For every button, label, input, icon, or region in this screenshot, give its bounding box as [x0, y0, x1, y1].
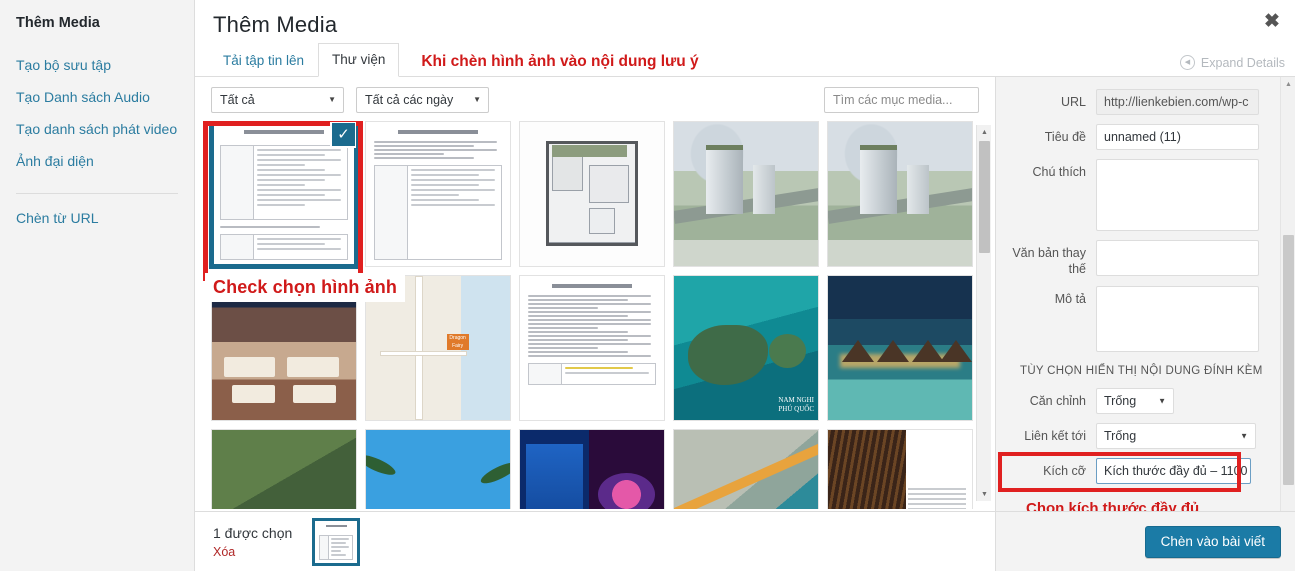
clear-selection-link[interactable]: Xóa — [213, 544, 292, 560]
attachment-building-render-aerial-2[interactable] — [827, 121, 973, 267]
media-router-tabs: Tải tập tin lên Thư viện Khi chèn hình ả… — [195, 43, 1295, 77]
field-size-label: Kích cỡ — [1043, 464, 1086, 478]
attachment-sea-aerial-nam-nghi[interactable]: NAM NGHI PHÚ QUỐC — [673, 275, 819, 421]
attachment-document-report-3[interactable] — [519, 275, 665, 421]
search-input[interactable] — [824, 87, 979, 113]
filter-date-select[interactable]: Tất cả các ngày ▼ — [356, 87, 489, 113]
image-caption-overlay: NAM NGHI PHÚ QUỐC — [778, 396, 814, 413]
chevron-down-icon: ▼ — [328, 95, 336, 104]
media-toolbar: Tất cả ▼ Tất cả các ngày ▼ — [195, 77, 995, 121]
media-menu-sidebar: Thêm Media Tạo bộ sưu tập Tạo Danh sách … — [0, 0, 195, 571]
tab-upload-files[interactable]: Tải tập tin lên — [209, 44, 318, 77]
sidebar-divider — [16, 193, 178, 194]
sidebar-title: Thêm Media — [16, 15, 100, 31]
field-link-to: Liên kết tới Trống ▼ — [1004, 423, 1270, 449]
field-url: URL http://lienkebien.com/wp-c — [1004, 89, 1270, 115]
attachment-details-scroll: URL http://lienkebien.com/wp-c Tiêu đề u… — [996, 77, 1280, 533]
expand-details-button[interactable]: ◀ Expand Details — [1179, 55, 1285, 70]
link-to-select[interactable]: Trống ▼ — [1096, 423, 1256, 449]
attachment-aerial-coast-road[interactable] — [673, 429, 819, 509]
field-description-label: Mô tả — [1054, 292, 1086, 306]
selected-attachment-thumbnail[interactable] — [312, 517, 361, 566]
attachments-grid-wrapper: ✓ Dragon Fairy NAM NGHI PHÚ QUỐC Check c… — [195, 121, 995, 509]
sidebar-item-create-video-playlist[interactable]: Tạo danh sách phát video — [0, 113, 194, 145]
filter-media-type-select[interactable]: Tất cả ▼ — [211, 87, 344, 113]
attachments-browser: Tất cả ▼ Tất cả các ngày ▼ Tìm các mục m… — [195, 77, 995, 533]
field-title-label: Tiêu đề — [1044, 130, 1086, 144]
chevron-down-icon: ▼ — [1158, 396, 1166, 406]
size-select[interactable]: Kích thước đầy đủ – 1100 ▼ — [1096, 458, 1251, 484]
attachment-wine-cellar[interactable] — [827, 429, 973, 509]
chevron-down-icon: ▼ — [1240, 431, 1248, 441]
field-caption-label: Chú thích — [1032, 165, 1086, 179]
field-description: Mô tả — [1004, 286, 1270, 352]
field-size: Kích cỡ Kích thước đầy đủ – 1100 ▼ — [1004, 458, 1270, 484]
attachment-green-hillside[interactable] — [211, 429, 357, 509]
selected-check-icon: ✓ — [330, 122, 356, 148]
expand-details-label: Expand Details — [1200, 55, 1285, 70]
media-modal: Thêm Media Tạo bộ sưu tập Tạo Danh sách … — [0, 0, 1295, 571]
title-field[interactable]: unnamed (11) — [1096, 124, 1259, 150]
alignment-select[interactable]: Trống ▼ — [1096, 388, 1174, 414]
selected-count-label: 1 được chọn — [213, 524, 293, 541]
field-alignment: Căn chỉnh Trống ▼ — [1004, 388, 1270, 414]
field-caption: Chú thích — [1004, 159, 1270, 231]
field-alt-text: Văn bản thay thế — [1004, 240, 1270, 277]
details-scrollbar[interactable]: ▲ ▼ — [1280, 77, 1295, 533]
scroll-up-icon[interactable]: ▲ — [1281, 77, 1295, 91]
media-frame-content: Tất cả ▼ Tất cả các ngày ▼ Tìm các mục m… — [195, 77, 1295, 533]
attachment-floor-plan[interactable] — [519, 121, 665, 267]
annotation-check-image: Check chọn hình ảnh — [205, 273, 405, 302]
map-pin-label: Dragon Fairy — [446, 333, 469, 350]
attachment-building-render-aerial-1[interactable] — [673, 121, 819, 267]
caption-field[interactable] — [1096, 159, 1259, 231]
filter-media-type-value: Tất cả — [220, 93, 255, 107]
filter-date-value: Tất cả các ngày — [365, 93, 454, 107]
description-field[interactable] — [1096, 286, 1259, 352]
chevron-down-icon: ▼ — [1235, 466, 1243, 476]
attachment-city-night-tower[interactable] — [519, 429, 665, 509]
field-link-to-label: Liên kết tới — [1024, 429, 1086, 443]
footer-actions: Chèn vào bài viết — [995, 511, 1295, 571]
link-to-value: Trống — [1104, 429, 1137, 443]
field-alt-text-label: Văn bản thay thế — [1012, 246, 1086, 276]
sidebar-item-create-audio-playlist[interactable]: Tạo Danh sách Audio — [0, 81, 194, 113]
insert-into-post-button[interactable]: Chèn vào bài viết — [1144, 525, 1281, 558]
scroll-down-icon[interactable]: ▼ — [977, 487, 992, 501]
field-url-label: URL — [1060, 95, 1086, 109]
annotation-insert-note: Khi chèn hình ảnh vào nội dung lưu ý — [421, 53, 699, 70]
details-scrollbar-thumb[interactable] — [1283, 235, 1294, 485]
field-title: Tiêu đề unnamed (11) — [1004, 124, 1270, 150]
close-icon[interactable]: ✖ — [1257, 6, 1287, 36]
sidebar-item-featured-image[interactable]: Ảnh đại diện — [0, 145, 194, 177]
attachment-document-contract-1[interactable]: ✓ — [209, 121, 359, 269]
grid-scrollbar-thumb[interactable] — [979, 141, 990, 253]
tab-media-library[interactable]: Thư viện — [318, 43, 400, 77]
chevron-down-icon: ▼ — [473, 95, 481, 104]
attachment-palm-trees-sky[interactable] — [365, 429, 511, 509]
grid-scrollbar[interactable]: ▲ ▼ — [976, 125, 991, 501]
page-title: Thêm Media — [213, 12, 338, 37]
alt-text-field[interactable] — [1096, 240, 1259, 276]
attachment-details-panel: URL http://lienkebien.com/wp-c Tiêu đề u… — [995, 77, 1295, 533]
size-value: Kích thước đầy đủ – 1100 — [1104, 464, 1248, 478]
media-frame-footer: 1 được chọn Xóa Chèn vào bài viết — [195, 511, 1295, 571]
url-field[interactable]: http://lienkebien.com/wp-c — [1096, 89, 1259, 115]
alignment-value: Trống — [1104, 394, 1137, 408]
attachment-resort-pool-night[interactable] — [827, 275, 973, 421]
chevron-left-circle-icon: ◀ — [1179, 55, 1195, 70]
selection-summary: 1 được chọn Xóa — [195, 517, 995, 566]
attachment-document-notice-2[interactable] — [365, 121, 511, 267]
field-alignment-label: Căn chỉnh — [1029, 394, 1086, 408]
scroll-up-icon[interactable]: ▲ — [977, 125, 992, 139]
media-frame: ✖ Thêm Media Tải tập tin lên Thư viện Kh… — [195, 0, 1295, 571]
display-settings-title: TÙY CHỌN HIỂN THỊ NỘI DUNG ĐÍNH KÈM — [1020, 365, 1263, 377]
sidebar-item-insert-from-url[interactable]: Chèn từ URL — [0, 202, 194, 234]
attachments-grid: ✓ Dragon Fairy NAM NGHI PHÚ QUỐC — [209, 121, 991, 509]
sidebar-item-create-gallery[interactable]: Tạo bộ sưu tập — [0, 49, 194, 81]
